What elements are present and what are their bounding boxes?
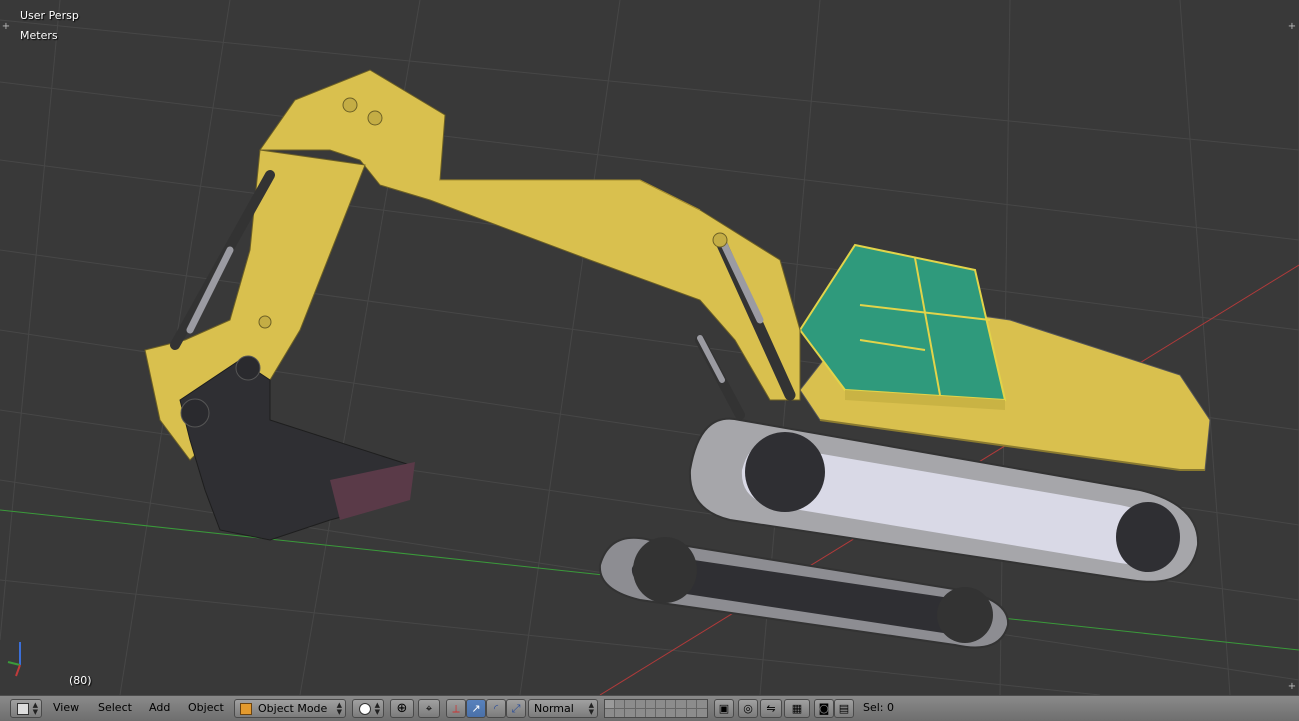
snap-icon: ⇋ <box>766 702 776 715</box>
camera-icon: ◙ <box>818 702 830 715</box>
render-animation-button[interactable]: ▤ <box>834 699 854 718</box>
view-name-label: User Persp <box>20 9 79 22</box>
snap-grid-icon: ⌖ <box>425 701 433 715</box>
corner-split-icon[interactable]: + <box>1287 22 1297 32</box>
layer-button[interactable] <box>676 708 687 717</box>
up-down-arrows-icon: ▲ ▼ <box>588 701 594 716</box>
layer-button[interactable] <box>696 700 707 709</box>
units-label: Meters <box>20 29 58 42</box>
proportional-editing-button[interactable]: ◎ <box>738 699 758 718</box>
layer-button[interactable] <box>666 700 677 709</box>
lock-camera-button[interactable]: ▣ <box>714 699 734 718</box>
menu-object[interactable]: Object <box>188 701 224 714</box>
proportional-icon: ◎ <box>743 702 753 715</box>
manipulator-icon: ⟂ <box>452 701 460 715</box>
axis-gizmo <box>7 642 21 677</box>
snap-toggle-button[interactable]: ⇋ <box>760 699 782 718</box>
solid-sphere-icon <box>359 702 371 715</box>
orientation-label: Normal <box>534 702 574 715</box>
scale-manipulator-button[interactable]: ⤢ <box>506 699 526 718</box>
layer-button[interactable] <box>625 700 636 709</box>
layer-buttons[interactable] <box>604 699 708 718</box>
transform-orientation-select[interactable]: Normal ▲ ▼ <box>528 699 598 718</box>
snap-element-button[interactable]: ▦ <box>784 699 810 718</box>
editor-type-button[interactable]: ▲ ▼ <box>10 699 42 718</box>
layer-button[interactable] <box>635 700 646 709</box>
layer-button[interactable] <box>636 708 646 717</box>
up-down-arrows-icon: ▲ ▼ <box>32 701 38 716</box>
transform-manipulator-button[interactable]: ⟂ <box>446 699 466 718</box>
layer-button[interactable] <box>645 700 656 709</box>
corner-split-icon[interactable]: + <box>1287 682 1297 692</box>
layer-lock-icon: ▣ <box>718 702 730 715</box>
layer-button[interactable] <box>686 700 697 709</box>
excavator-model[interactable] <box>144 69 1211 649</box>
pivot-point-button[interactable]: ⊕ <box>390 699 414 718</box>
rotate-manipulator-button[interactable]: ◜ <box>486 699 506 718</box>
render-button[interactable]: ◙ <box>814 699 834 718</box>
object-mode-cube-icon <box>240 702 252 715</box>
translate-manipulator-button[interactable]: ↗ <box>466 699 486 718</box>
selection-status: Sel: 0 <box>863 701 895 714</box>
cube-icon <box>17 702 29 715</box>
clapper-icon: ▤ <box>838 702 850 715</box>
up-down-arrows-icon: ▲ ▼ <box>374 701 380 716</box>
menu-add[interactable]: Add <box>149 701 170 714</box>
menu-view[interactable]: View <box>53 701 79 714</box>
layer-button[interactable] <box>605 708 616 717</box>
viewport-header: ▲ ▼ View Select Add Object Object Mode ▲ ▼… <box>0 695 1299 721</box>
viewport-canvas[interactable] <box>0 0 1299 695</box>
layer-button[interactable] <box>697 709 707 718</box>
mode-label: Object Mode <box>258 702 328 715</box>
layer-button[interactable] <box>655 700 667 709</box>
menu-select[interactable]: Select <box>98 701 132 714</box>
layer-button[interactable] <box>615 700 626 709</box>
layer-button[interactable] <box>646 708 656 717</box>
corner-split-icon[interactable]: + <box>1 22 11 32</box>
scale-icon: ⤢ <box>511 701 521 715</box>
track-right[interactable] <box>598 536 1010 649</box>
proportional-edit-button[interactable]: ⌖ <box>418 699 440 718</box>
snap-element-icon: ▦ <box>791 702 803 715</box>
mode-selector[interactable]: Object Mode ▲ ▼ <box>234 699 346 718</box>
frame-number-label: (80) <box>69 674 92 687</box>
layer-button[interactable] <box>605 700 616 709</box>
up-down-arrows-icon: ▲ ▼ <box>336 701 342 716</box>
pivot-icon: ⊕ <box>396 701 408 716</box>
layer-button[interactable] <box>656 708 667 717</box>
viewport-shading-button[interactable]: ▲ ▼ <box>352 699 384 718</box>
3d-viewport[interactable]: User Persp Meters (80) + + + <box>0 0 1299 695</box>
layer-button[interactable] <box>676 700 687 709</box>
layer-button[interactable] <box>615 708 626 717</box>
layer-button[interactable] <box>625 708 636 717</box>
rotate-arc-icon: ◜ <box>493 702 499 715</box>
layer-button[interactable] <box>687 708 697 717</box>
translate-arrow-icon: ↗ <box>471 702 481 715</box>
layer-button[interactable] <box>666 708 677 717</box>
